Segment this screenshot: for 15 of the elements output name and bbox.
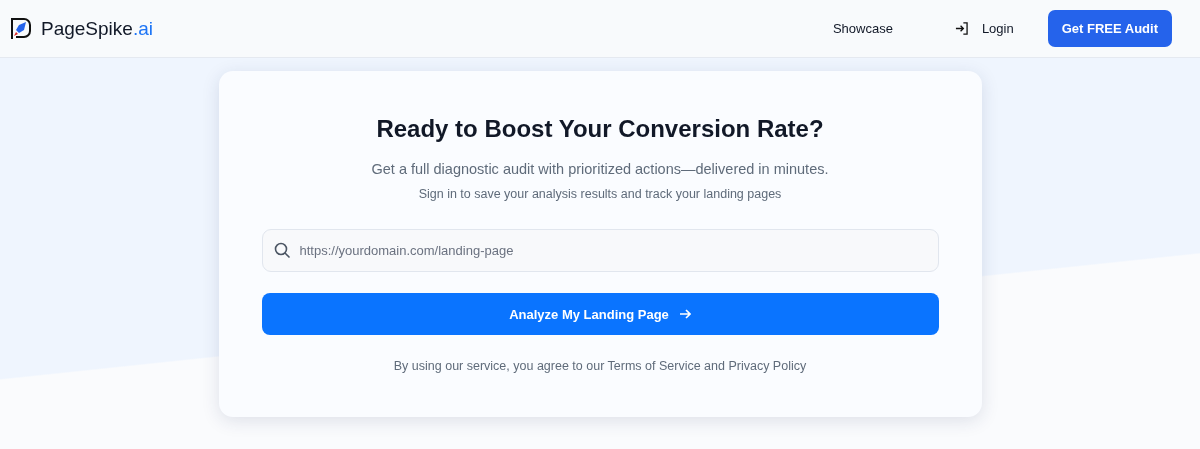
arrow-icon xyxy=(678,308,691,320)
login-link[interactable]: Login xyxy=(934,13,1034,44)
card-subtitle: Get a full diagnostic audit with prioritized actions—delivered in minutes. xyxy=(371,161,829,177)
audit-button[interactable]: Get FREE Audit xyxy=(1047,10,1172,47)
brand-name: PageSpike xyxy=(41,17,133,39)
search-icon xyxy=(273,242,291,259)
terms-note: By using our service, you agree to our Terms of Service and Privacy Policy xyxy=(393,359,807,373)
rocket-logo-icon xyxy=(10,16,32,41)
showcase-link[interactable]: Showcase xyxy=(812,13,913,44)
card-title: Ready to Boost Your Conversion Rate? xyxy=(376,115,824,143)
analyze-button[interactable]: Analyze My Landing Page xyxy=(261,293,939,335)
login-icon xyxy=(954,22,968,35)
brand-suffix: .ai xyxy=(132,17,153,39)
url-field[interactable]: https://yourdomain.com/landing-page xyxy=(261,229,939,272)
sign-in-note: Sign in to save your analysis results and track your landing pages xyxy=(418,187,782,201)
